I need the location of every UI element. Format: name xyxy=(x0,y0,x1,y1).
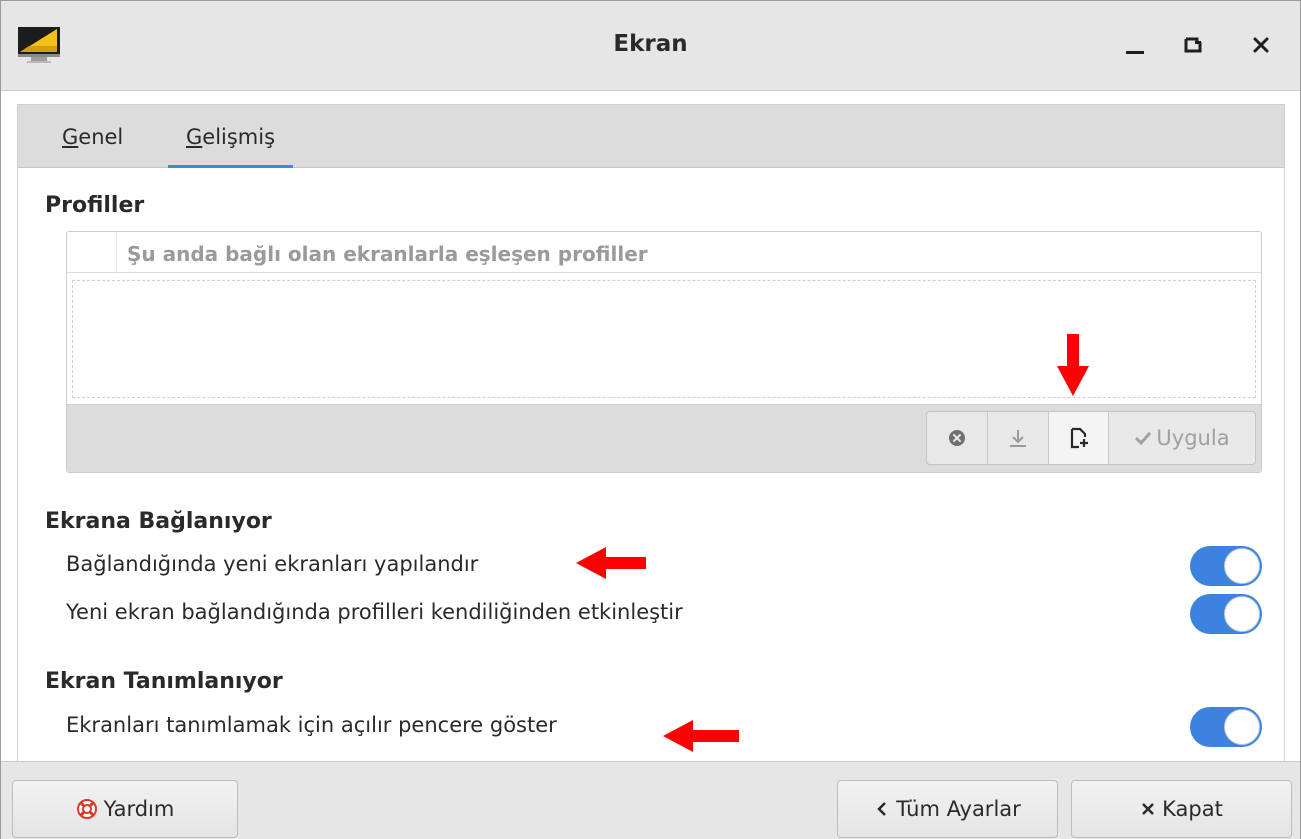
toggle-knob xyxy=(1224,596,1260,632)
close-button[interactable]: Kapat xyxy=(1071,780,1292,838)
window-title: Ekran xyxy=(613,31,688,57)
all-settings-button[interactable]: Tüm Ayarlar xyxy=(837,780,1058,838)
auto-enable-profiles-label: Yeni ekran bağlandığında profilleri kend… xyxy=(66,600,683,624)
save-profile-button[interactable] xyxy=(988,412,1049,464)
identify-popup-toggle[interactable] xyxy=(1190,707,1262,747)
checkmark-icon xyxy=(1135,431,1152,446)
minimize-icon xyxy=(1126,51,1144,54)
profiles-column-title[interactable]: Şu anda bağlı olan ekranlarla eşleşen pr… xyxy=(127,242,648,266)
action-bar: Yardım Tüm Ayarlar Kapat xyxy=(1,761,1300,839)
close-icon xyxy=(1253,37,1269,53)
auto-enable-profiles-toggle[interactable] xyxy=(1190,594,1262,634)
toggle-knob xyxy=(1224,548,1260,584)
profiles-toolbar: Uygula xyxy=(67,404,1261,472)
column-divider xyxy=(116,232,117,273)
minimize-button[interactable] xyxy=(1113,23,1157,67)
annotation-arrow-left xyxy=(576,547,646,579)
configure-new-displays-label: Bağlandığında yeni ekranları yapılandır xyxy=(66,552,479,576)
profiles-heading: Profiller xyxy=(45,193,145,218)
new-document-icon xyxy=(1070,427,1088,449)
configure-new-displays-toggle[interactable] xyxy=(1190,546,1262,586)
close-label: Kapat xyxy=(1162,797,1223,821)
apply-profile-button[interactable]: Uygula xyxy=(1109,412,1255,464)
toggle-knob xyxy=(1224,709,1260,745)
close-window-button[interactable] xyxy=(1239,23,1283,67)
maximize-button[interactable] xyxy=(1171,23,1215,67)
chevron-left-icon xyxy=(877,802,887,816)
tab-genel[interactable]: Genel xyxy=(62,105,123,168)
profiles-button-group: Uygula xyxy=(926,411,1256,465)
profiles-table-header: Şu anda bağlı olan ekranlarla eşleşen pr… xyxy=(67,232,1261,273)
tab-gelismis[interactable]: Gelişmiş xyxy=(168,105,294,169)
download-icon xyxy=(1010,430,1026,447)
identifying-heading: Ekran Tanımlanıyor xyxy=(45,669,283,694)
restore-icon xyxy=(1184,37,1202,53)
tab-bar: Genel Gelişmiş xyxy=(17,104,1285,169)
display-settings-window: Ekran Genel Gelişmiş Profiller Şu anda b… xyxy=(0,0,1301,839)
connecting-heading: Ekrana Bağlanıyor xyxy=(45,509,272,534)
close-icon xyxy=(1142,803,1155,815)
delete-circle-icon xyxy=(949,430,965,446)
title-bar: Ekran xyxy=(1,1,1300,91)
annotation-arrow-left xyxy=(663,720,739,752)
delete-profile-button[interactable] xyxy=(927,412,988,464)
tab-gelismis-label: Gelişmiş xyxy=(186,124,276,149)
help-label: Yardım xyxy=(103,797,175,821)
tab-genel-label: Genel xyxy=(62,124,124,149)
annotation-arrow-down xyxy=(1057,334,1089,396)
new-profile-button[interactable] xyxy=(1049,412,1109,464)
help-button[interactable]: Yardım xyxy=(12,780,238,838)
apply-label: Uygula xyxy=(1156,426,1230,450)
all-settings-label: Tüm Ayarlar xyxy=(896,797,1021,821)
lifebuoy-icon xyxy=(76,799,97,819)
identify-popup-label: Ekranları tanımlamak için açılır pencere… xyxy=(66,713,557,737)
